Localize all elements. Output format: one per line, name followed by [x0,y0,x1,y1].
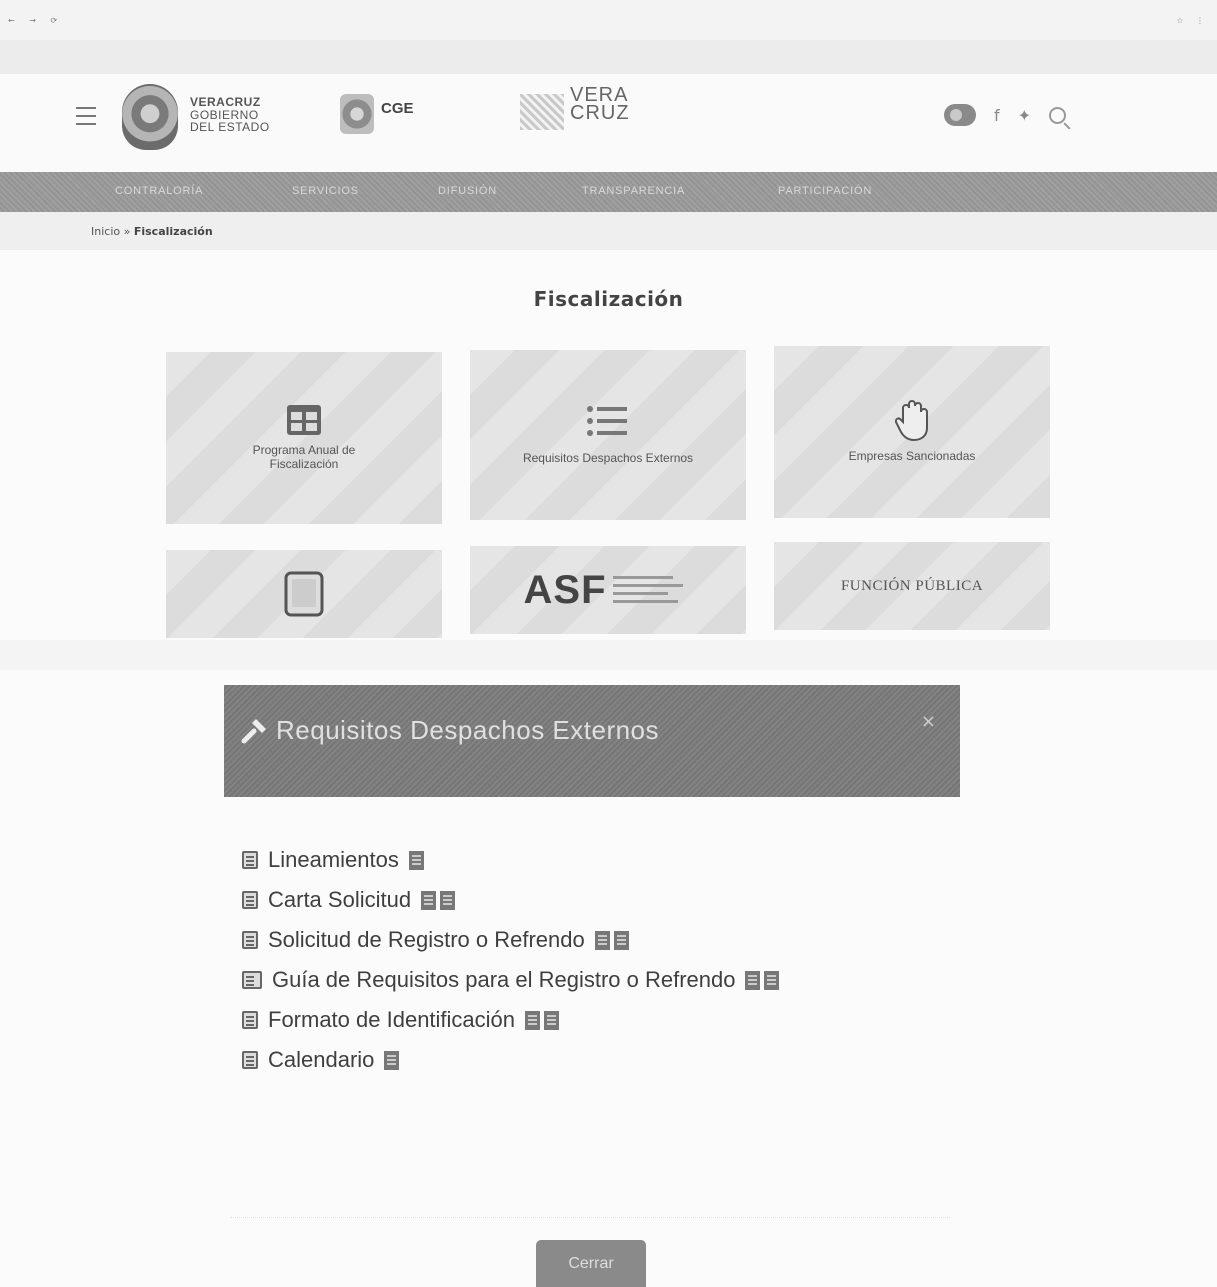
list-item-label[interactable]: Calendario [268,1047,374,1073]
list-item-label[interactable]: Lineamientos [268,847,399,873]
browser-tool-icons[interactable]: ☆ ⋮ [1176,16,1209,25]
modal-title-text: Requisitos Despachos Externos [276,715,660,745]
menu-icon[interactable] [76,107,96,125]
breadcrumb-current: Fiscalización [133,225,213,238]
cge-seal-logo [340,94,374,134]
file-icon [242,891,258,909]
file-text-icon [242,851,258,869]
calendar-grid-icon [287,405,321,436]
facebook-icon[interactable]: f [994,106,1000,125]
breadcrumb: Inicio » Fiscalización [0,212,1217,250]
government-logo-text: VERACRUZ GOBIERNO DEL ESTADO [190,96,270,134]
page-title: Fiscalización [533,287,684,311]
list-item-label[interactable]: Carta Solicitud [268,887,411,913]
cge-text: CGE [381,100,414,117]
breadcrumb-separator: » [123,225,131,238]
checklist-icon [587,406,627,437]
top-strip [0,40,1217,74]
nav-item-servicios[interactable]: SERVICIOS [292,185,359,197]
pdf-file-icon[interactable] [525,1010,541,1030]
calendar-icon [242,1051,258,1069]
modal-backdrop [0,640,1217,670]
browser-toolbar: ← → ⟳ ☆ ⋮ [0,0,1217,40]
document-list: Lineamientos Carta Solicitud Solicitud d… [242,830,780,1090]
nav-item-transparencia[interactable]: TRANSPARENCIA [582,185,685,197]
funcion-publica-logo: FUNCIÓN PÚBLICA [840,577,984,594]
word-file-icon[interactable] [440,890,456,910]
site-header: VERACRUZ GOBIERNO DEL ESTADO CGE VERA CR… [0,74,1217,172]
veracruz-brand-logo: VERA CRUZ [570,85,630,124]
gavel-icon [241,718,266,743]
tile-label: Programa Anual de Fiscalización [252,443,356,471]
word-file-icon[interactable] [544,1010,560,1030]
tile-label: Requisitos Despachos Externos [522,451,694,466]
gob-mx-icon[interactable] [944,104,976,126]
tile-tablet[interactable] [166,550,442,638]
breadcrumb-home[interactable]: Inicio [91,225,120,238]
pdf-file-icon[interactable] [594,930,610,950]
tile-funcion-publica[interactable]: FUNCIÓN PÚBLICA [774,542,1050,630]
tile-empresas-sancionadas[interactable]: Empresas Sancionadas [774,346,1050,518]
nav-item-difusion[interactable]: DIFUSIÓN [438,185,497,197]
logo-line1: VERACRUZ [190,95,261,109]
cge-logo[interactable]: CGE [381,100,441,123]
twitter-icon[interactable]: ✦ [1018,106,1031,125]
nav-item-participacion[interactable]: PARTICIPACIÓN [778,185,872,197]
main-navigation: CONTRALORÍA SERVICIOS DIFUSIÓN TRANSPARE… [0,172,1217,212]
pdf-file-icon[interactable] [408,850,424,870]
word-file-icon[interactable] [613,930,629,950]
search-icon[interactable] [1049,106,1067,124]
list-item-label[interactable]: Solicitud de Registro o Refrendo [268,927,585,953]
list-item-label[interactable]: Formato de Identificación [268,1007,515,1033]
close-button[interactable]: Cerrar [536,1240,646,1287]
pdf-file-icon[interactable] [421,890,437,910]
id-card-icon [242,1011,258,1029]
tablet-icon [284,571,324,617]
list-item-calendario[interactable]: Calendario [242,1030,779,1090]
pdf-file-icon[interactable] [384,1050,400,1070]
pdf-file-icon[interactable] [745,970,761,990]
brand-line2: CRUZ [570,102,630,124]
list-item-label[interactable]: Guía de Requisitos para el Registro o Re… [272,967,735,993]
tile-label: Empresas Sancionadas [848,449,976,464]
veracruz-brand-mark [520,94,564,130]
modal-title: Requisitos Despachos Externos [240,715,659,746]
close-icon[interactable]: × [921,711,936,732]
cge-subtext [381,117,441,123]
file-icon [242,931,258,949]
state-seal-logo[interactable] [122,84,178,150]
asf-subtext-lines [612,576,683,603]
browser-nav-icons[interactable]: ← → ⟳ [8,16,63,25]
hand-stop-icon [895,400,928,442]
asf-logo: ASF [523,567,607,612]
social-links: f ✦ [944,104,1067,126]
modal-divider [230,1217,950,1218]
logo-line3: DEL ESTADO [190,120,270,135]
book-icon [242,971,262,989]
word-file-icon[interactable] [764,970,780,990]
tile-asf[interactable]: ASF [470,546,746,634]
modal-header: Requisitos Despachos Externos × [224,685,960,797]
tile-programa-anual[interactable]: Programa Anual de Fiscalización [166,352,442,524]
tile-requisitos-despachos[interactable]: Requisitos Despachos Externos [470,350,746,520]
nav-item-contraloria[interactable]: CONTRALORÍA [115,185,203,197]
